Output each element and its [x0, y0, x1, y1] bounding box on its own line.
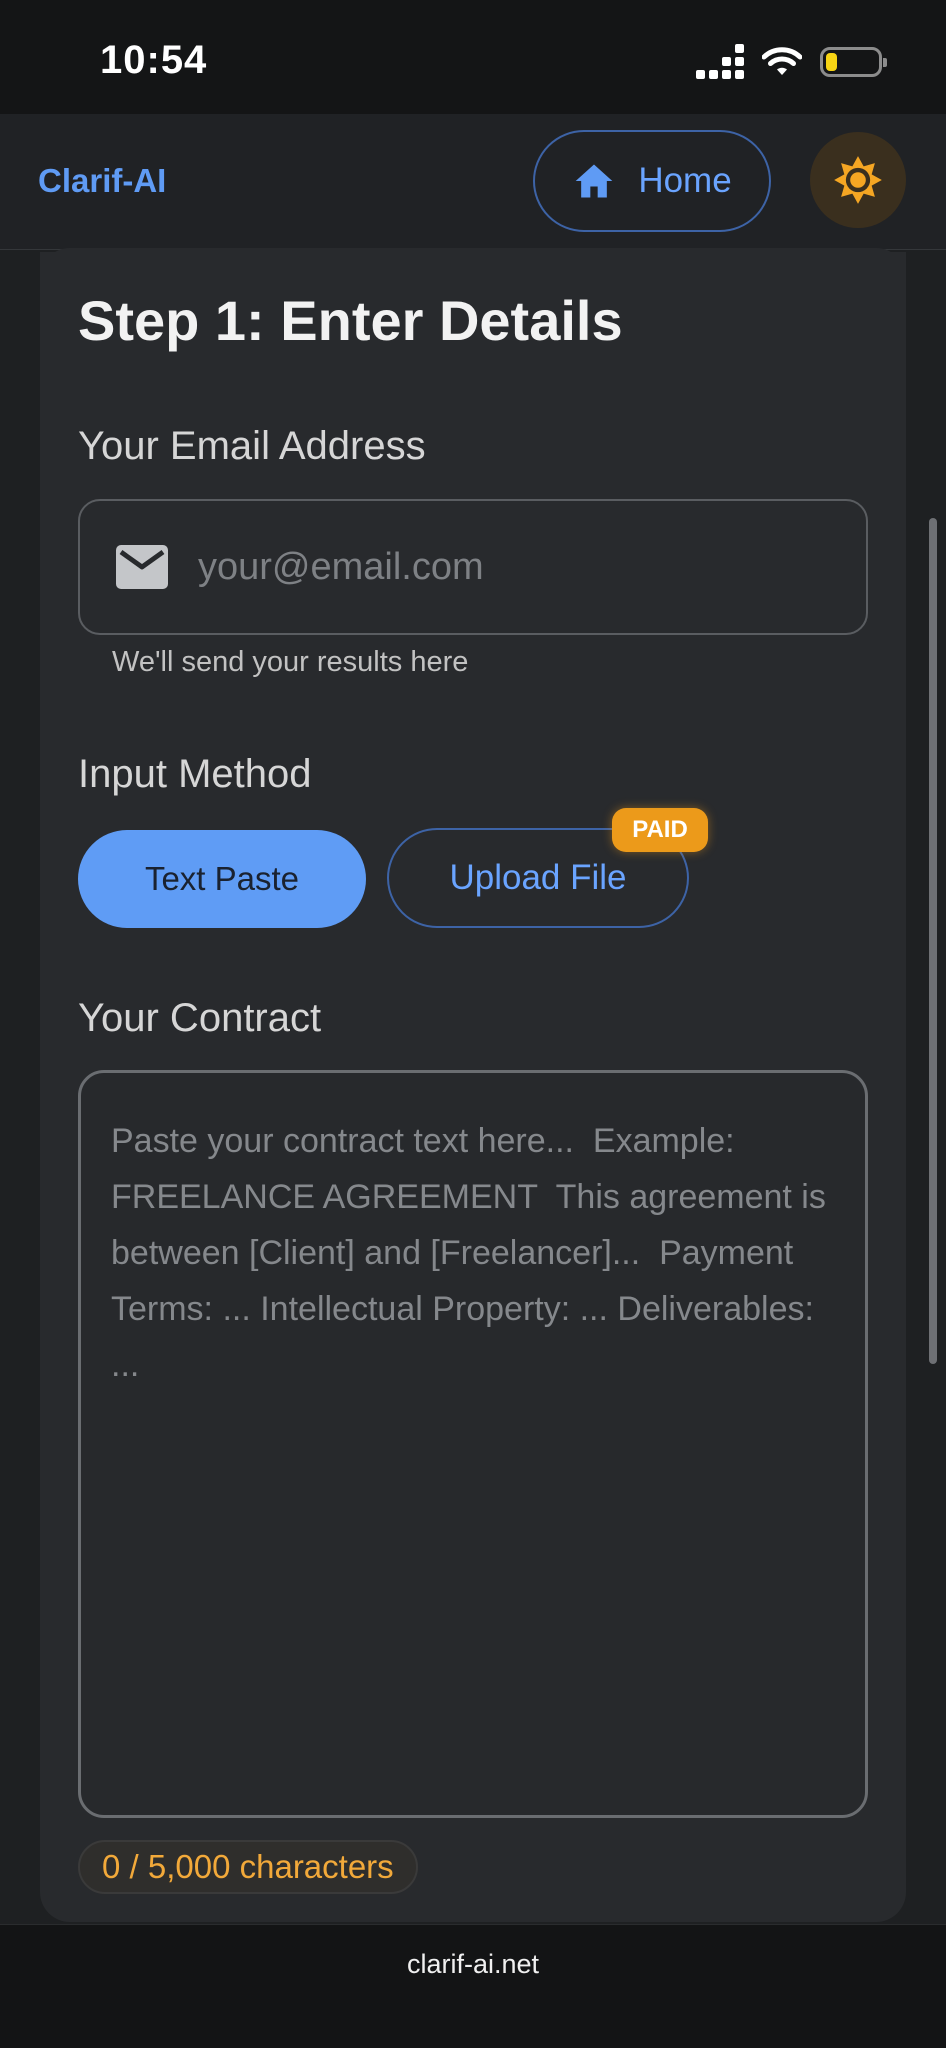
wifi-icon: [762, 46, 802, 75]
mail-icon: [116, 545, 168, 589]
input-method-label: Input Method: [78, 752, 312, 796]
home-button-label: Home: [638, 161, 732, 200]
character-count: 0 / 5,000 characters: [78, 1840, 418, 1894]
status-time: 10:54: [100, 38, 208, 82]
status-icons: [696, 44, 887, 79]
brand-logo-text[interactable]: Clarif-AI: [38, 162, 166, 200]
email-field-container[interactable]: [78, 499, 868, 635]
home-icon: [575, 164, 613, 198]
battery-icon: [820, 46, 887, 77]
step-title: Step 1: Enter Details: [78, 289, 623, 352]
text-paste-button[interactable]: Text Paste: [78, 830, 366, 928]
contract-field-container: [78, 1070, 868, 1818]
paid-badge: PAID: [612, 808, 708, 852]
email-helper-text: We'll send your results here: [112, 646, 469, 678]
browser-url-bar: clarif-ai.net: [0, 1924, 946, 2048]
app-header: Clarif-AI Home: [0, 114, 946, 250]
email-input[interactable]: [198, 501, 866, 633]
scrollbar[interactable]: [929, 518, 937, 1364]
email-label: Your Email Address: [78, 424, 426, 468]
cellular-signal-icon: [696, 44, 744, 79]
sun-icon: [834, 156, 882, 204]
site-url[interactable]: clarif-ai.net: [0, 1949, 946, 1980]
status-bar: 10:54: [0, 0, 946, 114]
theme-toggle-button[interactable]: [810, 132, 906, 228]
contract-label: Your Contract: [78, 996, 322, 1040]
contract-textarea[interactable]: [81, 1073, 865, 1815]
home-button[interactable]: Home: [533, 130, 771, 232]
